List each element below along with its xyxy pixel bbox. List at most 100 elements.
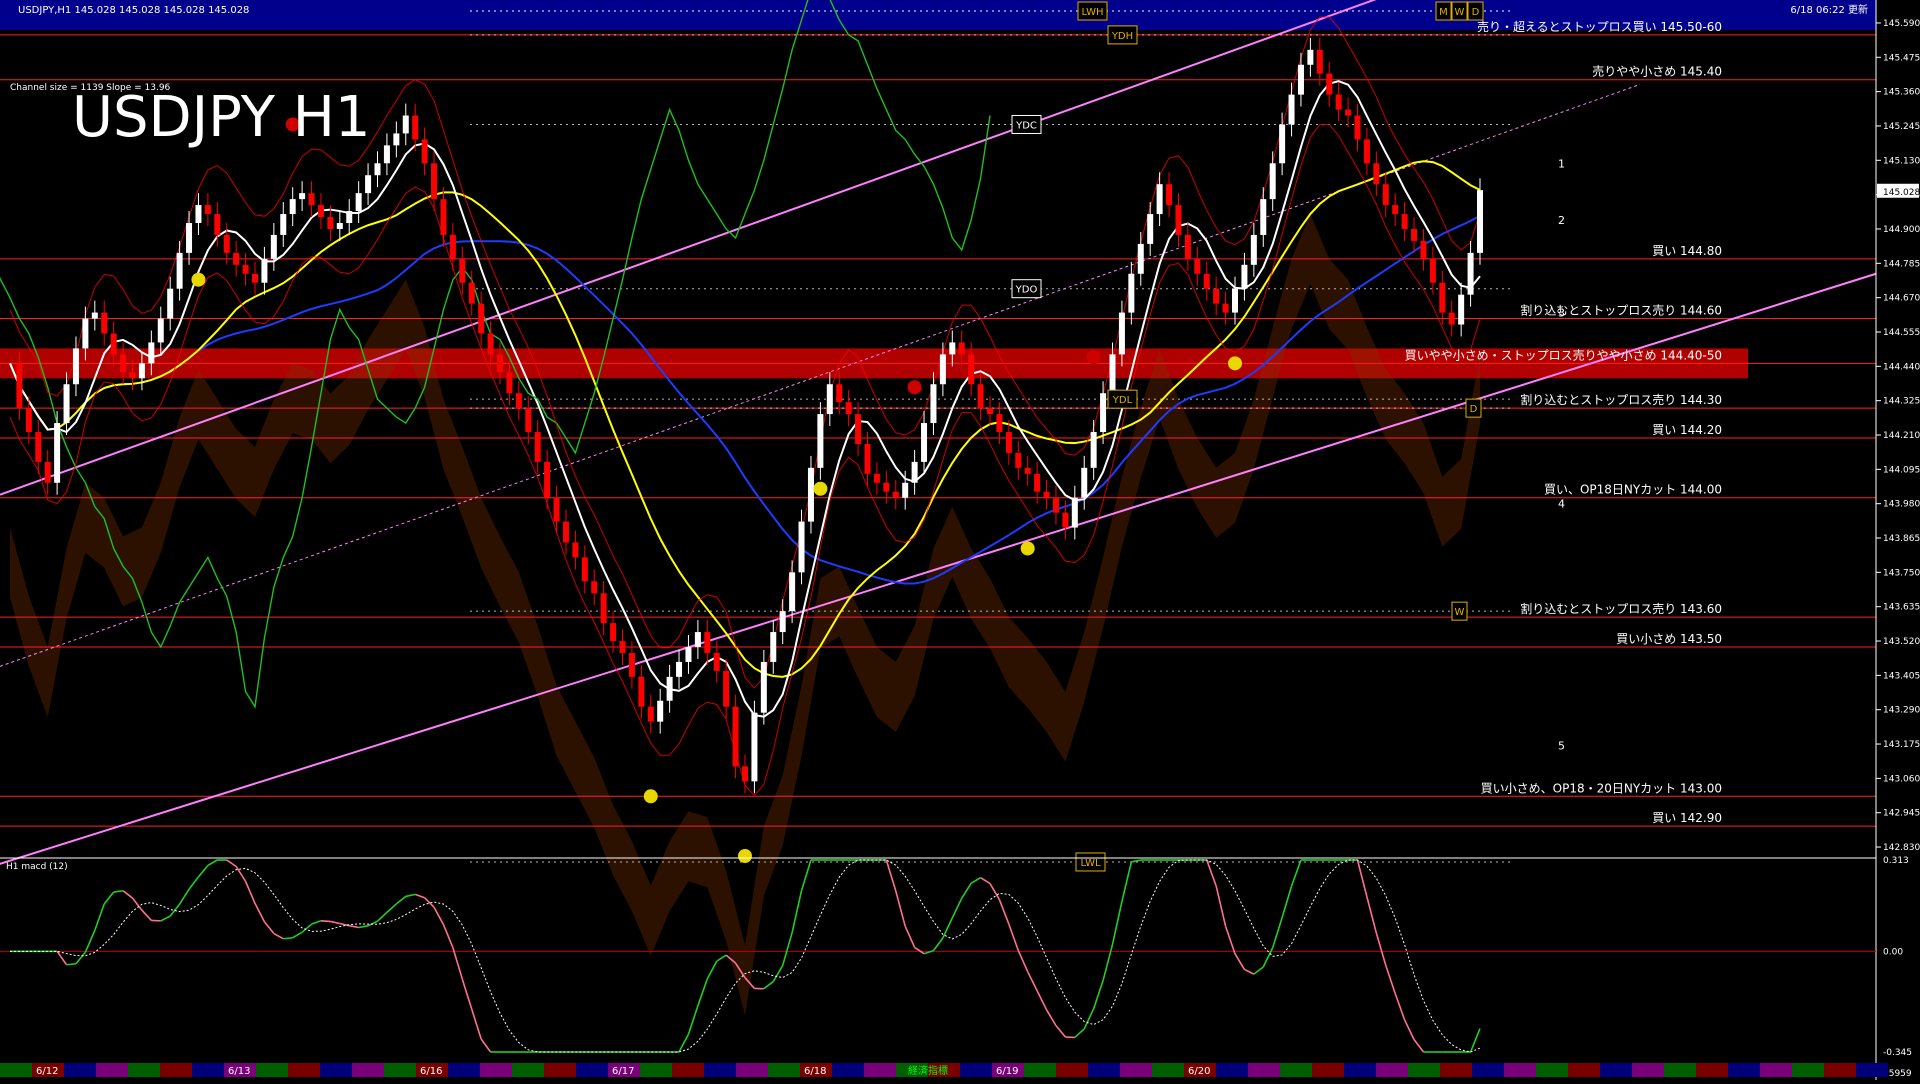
candle-bear: [723, 671, 729, 707]
axis-tick-label: 142.945: [1883, 809, 1920, 819]
calendar-cell: [640, 1063, 672, 1077]
candle-bull: [808, 468, 814, 522]
candle-bear: [422, 139, 428, 163]
candle-bull: [1260, 199, 1266, 235]
candle-bull: [770, 632, 776, 662]
candle-bear: [1439, 283, 1445, 313]
axis-tick-label: 143.635: [1883, 603, 1920, 613]
candle-bull: [158, 319, 164, 343]
axis-tick-label: 143.520: [1883, 637, 1920, 647]
candle-bear: [111, 333, 117, 354]
date-label: 6/18: [804, 1066, 826, 1077]
calendar-cell: [544, 1063, 576, 1077]
candle-bear: [883, 483, 889, 492]
calendar-cell: [1152, 1063, 1184, 1077]
candle-bear: [987, 408, 993, 414]
candle-bull: [1279, 124, 1285, 163]
candle-bear: [35, 432, 41, 462]
candle-bear: [1383, 184, 1389, 205]
candle-bear: [733, 707, 739, 767]
candle-bull: [1232, 289, 1238, 313]
axis-tick-label: 144.785: [1883, 259, 1920, 269]
candle-bear: [412, 116, 418, 140]
candle-bear: [233, 253, 239, 265]
candle-bear: [554, 498, 560, 522]
level-label: 割り込むとストップロス売り 143.60: [1520, 601, 1722, 616]
axis-tick-label: 142.830: [1883, 843, 1920, 853]
macd-segment: [67, 964, 76, 965]
axis-tick-label: 144.670: [1883, 294, 1920, 304]
candle-bull: [82, 319, 88, 349]
candle-bear: [1175, 205, 1181, 235]
fractal-down-marker: [1021, 541, 1035, 555]
calendar-cell: [1856, 1063, 1888, 1077]
level-label: 買い 142.90: [1652, 811, 1722, 825]
candle-bull: [177, 253, 183, 289]
candle-bear: [874, 474, 880, 483]
calendar-cell: [1216, 1063, 1248, 1077]
candle-bear: [1213, 289, 1219, 304]
candle-bear: [846, 402, 852, 414]
candle-bear: [591, 581, 597, 593]
candle-bull: [346, 211, 352, 223]
calendar-cell: [1344, 1063, 1376, 1077]
calendar-cell: [96, 1063, 128, 1077]
forecast-point: 5: [1558, 740, 1565, 753]
candle-bull: [1289, 95, 1295, 125]
calendar-cell: [704, 1063, 736, 1077]
chart-window[interactable]: LWHYDHYDCYDOYDLLWLMWDDW12345 売り・超えるとストップ…: [0, 0, 1920, 1080]
candle-bull: [54, 423, 60, 483]
date-label: 6/13: [228, 1066, 250, 1077]
candle-bull: [403, 116, 409, 134]
candle-bear: [26, 408, 32, 432]
axis-tick-label: 144.095: [1883, 465, 1920, 475]
symbol-info: USDJPY,H1 145.028 145.028 145.028 145.02…: [18, 5, 249, 16]
calendar-cell: [1312, 1063, 1344, 1077]
chart-title: USDJPY H1: [72, 85, 370, 150]
calendar-cell: [352, 1063, 384, 1077]
date-label: 6/20: [1188, 1066, 1210, 1077]
forecast-point: 2: [1558, 214, 1565, 227]
calendar-cell: [672, 1063, 704, 1077]
candle-bull: [921, 423, 927, 462]
candle-bull: [827, 384, 833, 414]
tag-label: YDH: [1111, 31, 1133, 42]
axis-tick-label: 145.245: [1883, 122, 1920, 132]
candle-bear: [224, 235, 230, 253]
axis-tick-label: 144.900: [1883, 225, 1920, 235]
level-label: 買い小さめ、OP18・20日NYカット 143.00: [1481, 781, 1722, 795]
axis-tick-label: 143.980: [1883, 500, 1920, 510]
level-label: 買い 144.20: [1652, 423, 1722, 437]
calendar-cell: [448, 1063, 480, 1077]
axis-tick-label: 144.440: [1883, 362, 1920, 372]
axis-tick-label: 144.210: [1883, 431, 1920, 441]
candle-bull: [799, 522, 805, 573]
candle-bear: [1326, 74, 1332, 95]
candle-bear: [535, 432, 541, 462]
candle-bull: [1307, 50, 1313, 65]
calendar-cell: [1056, 1063, 1088, 1077]
calendar-cell: [1120, 1063, 1152, 1077]
candle-bull: [1138, 244, 1144, 274]
candle-bull: [1298, 65, 1304, 95]
candle-bear: [488, 333, 494, 354]
fractal-up-marker: [1087, 350, 1101, 364]
tag-label: YDC: [1015, 120, 1037, 131]
candle-bull: [1468, 253, 1474, 295]
candle-bear: [16, 363, 22, 408]
candle-bear: [101, 313, 107, 334]
axis-tick-label: 143.175: [1883, 740, 1920, 750]
candle-bull: [667, 677, 673, 701]
candle-bear: [1223, 304, 1229, 313]
calendar-cell: [384, 1063, 416, 1077]
candle-bull: [676, 662, 682, 677]
calendar-cell: [64, 1063, 96, 1077]
calendar-cell: [736, 1063, 768, 1077]
candle-bear: [1006, 432, 1012, 453]
level-label: 買い、OP18日NYカット 144.00: [1544, 483, 1722, 497]
candle-bear: [1373, 163, 1379, 184]
candle-bull: [789, 572, 795, 611]
candle-bear: [1015, 453, 1021, 468]
calendar-cell: [160, 1063, 192, 1077]
level-label: 割り込むとストップロス売り 144.60: [1520, 303, 1722, 318]
